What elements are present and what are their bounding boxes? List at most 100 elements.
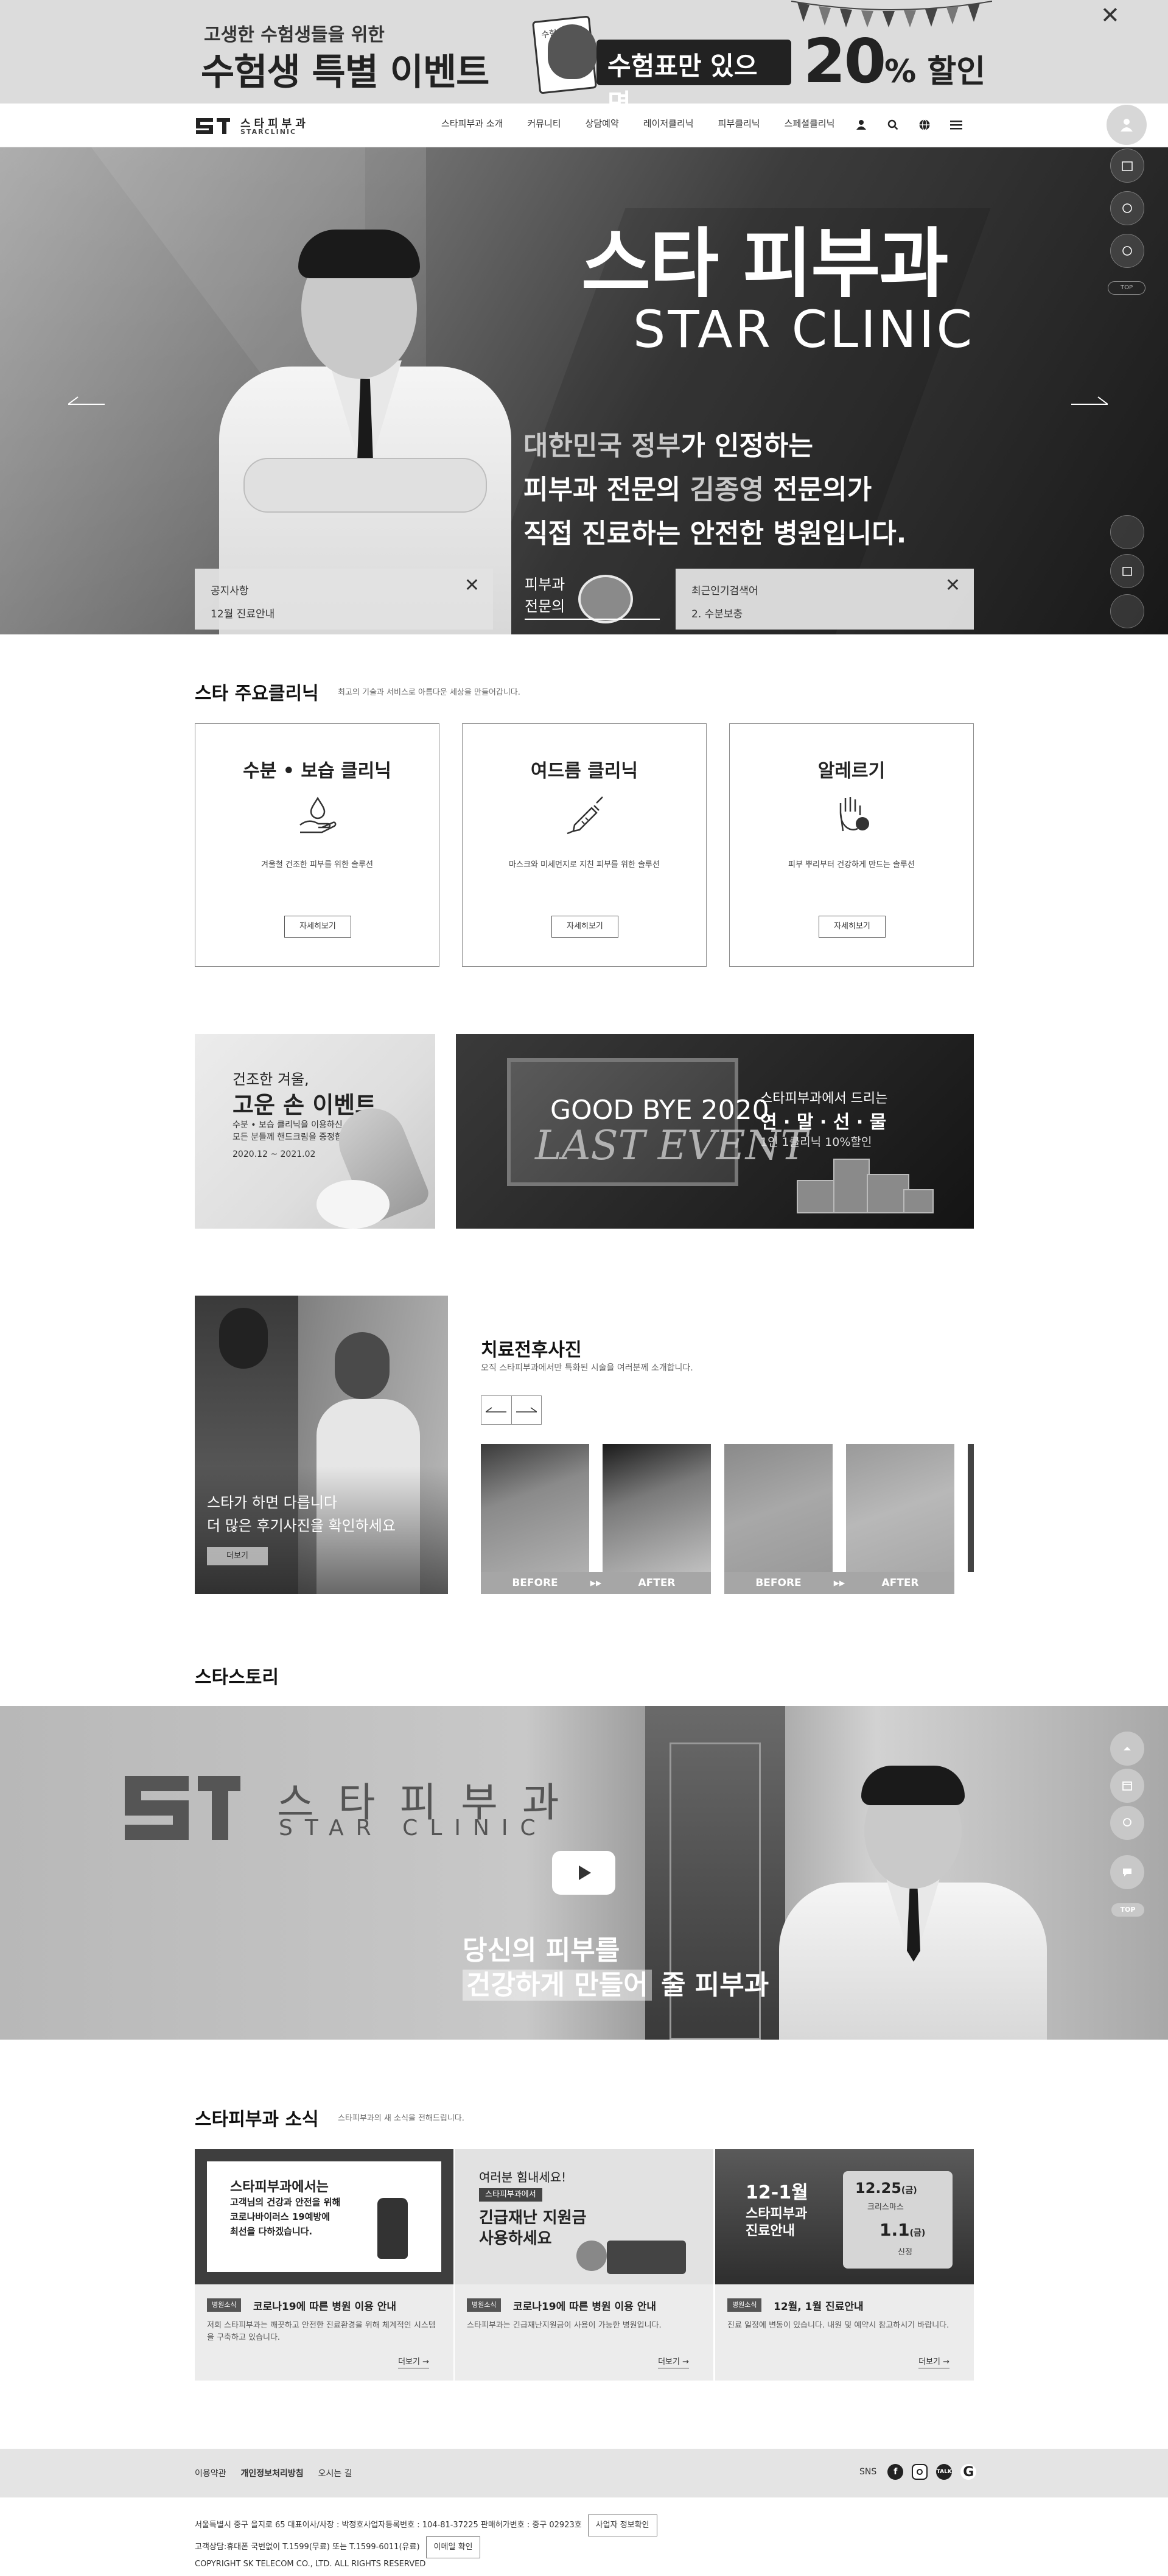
event-banner-hand[interactable]: 건조한 겨울, 고운 손 이벤트 수분 • 보습 클리닉을 이용하신 모든 분들께…	[195, 1034, 435, 1229]
hero-slider: 스타 피부과 STAR CLINIC 대한민국 정부가 인정하는 피부과 전문의…	[0, 147, 1168, 634]
news-tag: 병원소식	[727, 2298, 762, 2312]
clinic-card-allergy: 알레르기 피부 뿌리부터 건강하게 만드는 솔루션 자세히보기	[729, 723, 974, 967]
nav-item-special[interactable]: 스페셜클리닉	[785, 117, 835, 130]
event-banner-yearend[interactable]: GOOD BYE 2020 LAST EVENT 스타피부과에서 드리는 연 ·…	[456, 1034, 974, 1229]
gift-box-icon	[833, 1159, 870, 1213]
notice-item[interactable]: 12월 진료안내	[211, 605, 275, 620]
business-info-button[interactable]: 사업자 정보확인	[587, 2515, 657, 2536]
side-up-icon[interactable]	[1110, 1732, 1144, 1766]
google-icon[interactable]: G	[960, 2464, 977, 2480]
close-icon[interactable]: ✕	[1100, 4, 1120, 27]
news-image: 12-1월 스타피부과 진료안내 12.25(금) 크리스마스 1.1(금) 신…	[715, 2149, 974, 2284]
site-logo[interactable]: 스타피부과 STARCLINIC	[195, 112, 329, 139]
story-title: 스타스토리	[195, 1667, 279, 1688]
slider-next-arrow-icon[interactable]	[1071, 391, 1108, 409]
news-item-title: 코로나19에 따른 병원 이용 안내	[253, 2301, 397, 2313]
calendar-icon[interactable]	[1110, 554, 1144, 588]
chat-icon[interactable]	[1110, 234, 1144, 268]
nav-item-laser[interactable]: 레이저클리닉	[643, 117, 694, 130]
consult-icon[interactable]	[1110, 191, 1144, 225]
login-button[interactable]	[1107, 105, 1147, 145]
chat-icon[interactable]	[1110, 1855, 1144, 1889]
top-event-banner[interactable]: 고생한 수험생들을 위한 수험생 특별 이벤트 수험표 수험표만 있으면 20%…	[0, 0, 1168, 104]
nav-item-consult[interactable]: 상담예약	[586, 117, 619, 130]
footer-link-terms[interactable]: 이용약관	[195, 2467, 226, 2479]
banner-badge: 수험표만 있으면	[596, 40, 791, 104]
clinic-card-acne: 여드름 클리닉 마스크와 미세먼지로 지친 피부를 위한 솔루션 자세히보기	[462, 723, 707, 967]
more-link[interactable]: 더보기 →	[398, 2355, 429, 2368]
next-arrow-icon[interactable]	[511, 1396, 541, 1424]
talk-icon[interactable]: TALK	[936, 2464, 953, 2480]
story-video[interactable]: 스타피부과 STAR CLINIC 당신의 피부를 건강하게 만들어 줄 피부과	[0, 1706, 1168, 2040]
calendar-icon[interactable]	[1110, 1769, 1144, 1803]
notice-box[interactable]: 공지사항 12월 진료안내 ✕	[195, 569, 493, 630]
logo-mark-icon	[125, 1776, 240, 1840]
slider-prev-arrow-icon[interactable]	[68, 391, 105, 409]
copyright: COPYRIGHT SK TELECOM CO., LTD. ALL RIGHT…	[195, 2560, 426, 2569]
detail-button[interactable]: 자세히보기	[819, 916, 886, 938]
news-item-title: 코로나19에 따른 병원 이용 안내	[513, 2301, 657, 2313]
user-icon[interactable]	[852, 116, 870, 134]
more-reviews-button[interactable]: 더보기	[207, 1547, 268, 1565]
sns-label: SNS	[859, 2467, 877, 2477]
prev-arrow-icon[interactable]	[481, 1396, 511, 1424]
clinics-desc: 최고의 기술과 서비스로 아름다운 세상을 만들어갑니다.	[338, 688, 520, 697]
hero-subtitle: 대한민국 정부가 인정하는 피부과 전문의 김종영 전문의가 직접 진료하는 안…	[523, 430, 907, 549]
footer-link-privacy[interactable]: 개인정보처리방침	[241, 2467, 304, 2479]
popular-title: 최근인기검색어	[691, 585, 758, 597]
news-card-covid[interactable]: 스타피부과에서는 고객님의 건강과 안전을 위해 코로나바이러스 19예방에 최…	[195, 2149, 453, 2381]
arrow-icon: ▶▶	[589, 1572, 603, 1594]
more-link[interactable]: 더보기 →	[658, 2355, 689, 2368]
popular-item[interactable]: 2. 수분보충	[691, 605, 743, 620]
more-link[interactable]: 더보기 →	[918, 2355, 949, 2368]
nav-item-about[interactable]: 스타피부과 소개	[441, 117, 503, 130]
bunting-decoration	[791, 1, 992, 27]
top-button[interactable]: TOP	[1108, 281, 1145, 295]
clinics-title: 스타 주요클리닉	[195, 683, 319, 704]
story-caption-1: 당신의 피부를	[463, 1935, 620, 1966]
review-photo-banner[interactable]: 스타가 하면 다릅니다 더 많은 후기사진을 확인하세요 더보기	[195, 1296, 448, 1594]
news-image: 스타피부과에서는 고객님의 건강과 안전을 위해 코로나바이러스 19예방에 최…	[195, 2149, 453, 2284]
calendar-icon[interactable]	[1110, 149, 1144, 183]
news-item-desc: 진료 일정에 변동이 있습니다. 내원 및 예약시 참고하시기 바랍니다.	[727, 2321, 949, 2330]
syringe-icon	[567, 796, 603, 835]
before-photo	[481, 1444, 589, 1572]
clinic-card-moisture: 수분 • 보습 클리닉 겨울철 건조한 피부를 위한 솔루션 자세히보기	[195, 723, 439, 967]
news-card-relief-fund[interactable]: 여러분 힘내세요! 스타피부과에서 긴급재난 지원금 사용하세요 병원소식 코로…	[455, 2149, 713, 2381]
news-item-desc: 저희 스타피부과는 깨끗하고 안전한 진료환경을 위해 체계적인 시스템을 구축…	[207, 2321, 436, 2342]
gift-box-icon	[903, 1189, 934, 1213]
close-icon[interactable]: ✕	[464, 575, 480, 596]
news-card-schedule[interactable]: 12-1월 스타피부과 진료안내 12.25(금) 크리스마스 1.1(금) 신…	[715, 2149, 974, 2381]
nav-item-community[interactable]: 커뮤니티	[527, 117, 561, 130]
instagram-icon[interactable]	[912, 2464, 928, 2480]
menu-icon[interactable]	[947, 116, 965, 134]
detail-button[interactable]: 자세히보기	[551, 916, 618, 938]
news-tag: 병원소식	[207, 2298, 242, 2312]
nav-item-skin[interactable]: 피부클리닉	[718, 117, 760, 130]
facebook-icon[interactable]: f	[887, 2464, 904, 2480]
news-image: 여러분 힘내세요! 스타피부과에서 긴급재난 지원금 사용하세요	[455, 2149, 713, 2284]
email-button[interactable]: 이메일 확인	[425, 2536, 481, 2558]
popular-search-box[interactable]: 최근인기검색어 2. 수분보충 ✕	[676, 569, 974, 630]
logo-text-en: STARCLINIC	[240, 128, 297, 136]
before-after-arrows	[481, 1395, 542, 1425]
detail-button[interactable]: 자세히보기	[284, 916, 351, 938]
close-icon[interactable]: ✕	[945, 575, 960, 596]
before-photo	[724, 1444, 833, 1572]
before-after-desc: 오직 스타피부과에서만 특화된 시술을 여러분께 소개합니다.	[481, 1363, 693, 1373]
news-desc: 스타피부과의 새 소식을 전해드립니다.	[338, 2114, 464, 2123]
notice-title: 공지사항	[211, 585, 249, 597]
footer-links: 이용약관 개인정보처리방침 오시는 길	[195, 2467, 352, 2479]
search-icon[interactable]	[884, 116, 902, 134]
after-photo	[603, 1444, 711, 1572]
banner-discount: 20% 할인	[803, 26, 986, 97]
consult-icon[interactable]	[1110, 1806, 1144, 1840]
globe-icon[interactable]	[915, 116, 934, 134]
side-quick-icon[interactable]	[1110, 515, 1144, 549]
consult-icon[interactable]	[1110, 594, 1144, 628]
top-button[interactable]: TOP	[1111, 1903, 1144, 1917]
play-icon[interactable]	[552, 1851, 615, 1895]
footer-link-location[interactable]: 오시는 길	[318, 2467, 352, 2479]
seal-icon	[578, 575, 633, 623]
news-item-title: 12월, 1월 진료안내	[774, 2301, 864, 2313]
